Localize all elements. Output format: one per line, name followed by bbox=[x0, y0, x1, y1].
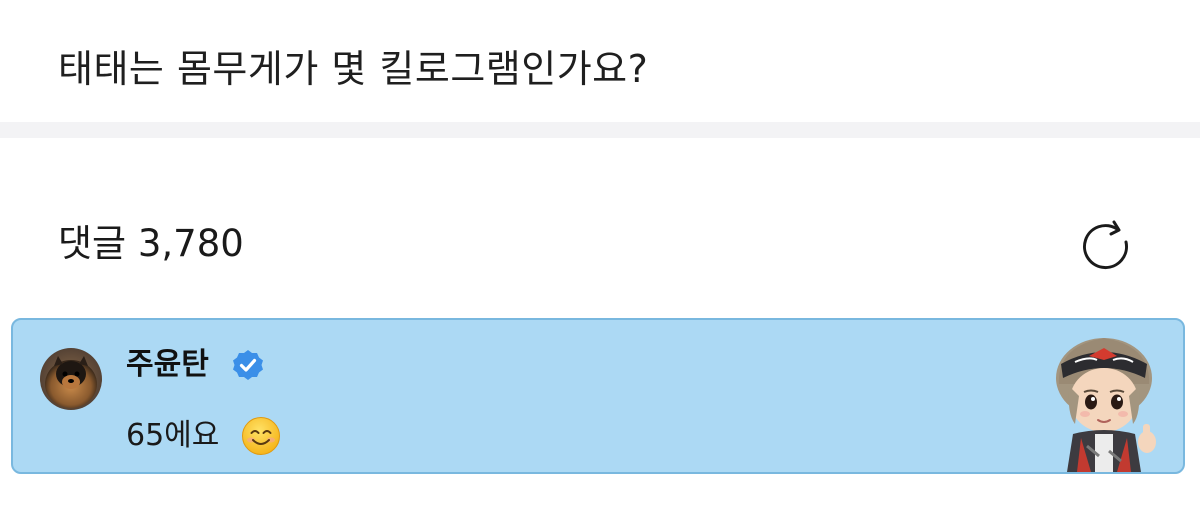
comments-count: 3,780 bbox=[137, 222, 244, 265]
comments-header: 댓글 3,780 bbox=[0, 138, 1200, 318]
comments-label: 댓글 bbox=[58, 222, 127, 265]
smiling-face-icon bbox=[242, 417, 280, 455]
author-avatar[interactable] bbox=[40, 348, 102, 410]
smiling-face-emoji bbox=[241, 416, 281, 456]
character-sticker bbox=[1029, 326, 1179, 474]
section-divider bbox=[0, 122, 1200, 138]
comment-author[interactable]: 주윤탄 bbox=[126, 345, 209, 385]
question-title: 태태는 몸무게가 몇 킬로그램인가요? bbox=[58, 47, 649, 91]
verified-badge-icon bbox=[233, 350, 263, 380]
verified-badge bbox=[231, 348, 265, 382]
comment-card[interactable]: 주윤탄 65에요 bbox=[11, 318, 1185, 474]
refresh-icon bbox=[1083, 220, 1128, 270]
comment-text: 65에요 bbox=[126, 418, 220, 453]
comments-count-label: 댓글 3,780 bbox=[58, 221, 244, 267]
refresh-button[interactable] bbox=[1076, 220, 1136, 276]
dog-avatar-icon bbox=[40, 348, 102, 410]
character-sticker-icon bbox=[1056, 338, 1156, 472]
question-section: 태태는 몸무게가 몇 킬로그램인가요? bbox=[0, 0, 1200, 122]
